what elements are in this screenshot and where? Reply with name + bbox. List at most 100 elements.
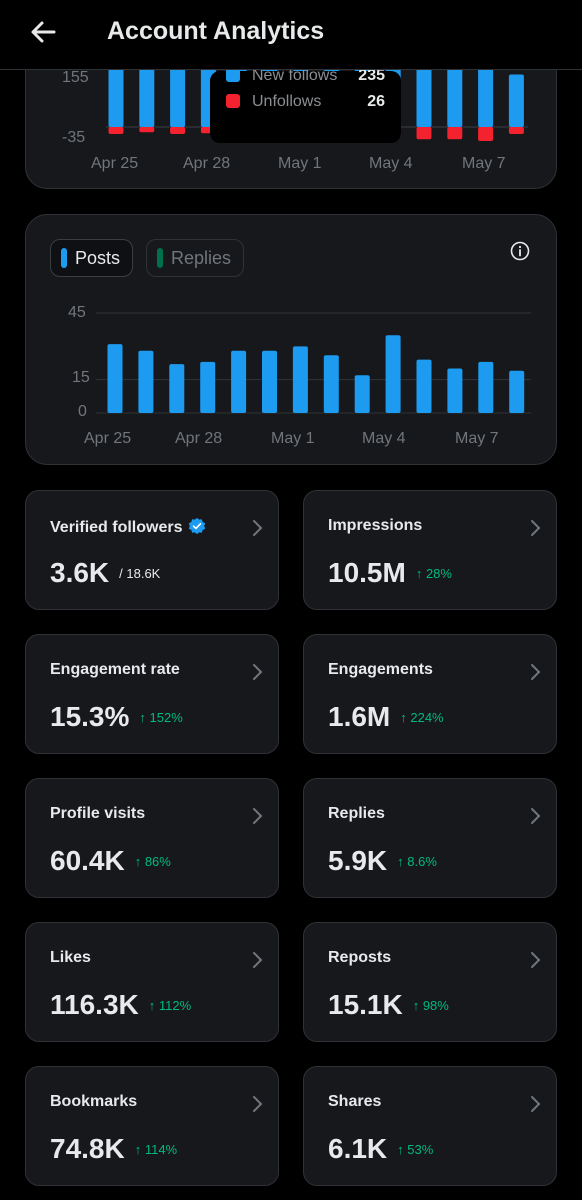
stat-change: ↑ 28%: [415, 566, 452, 581]
stat-value: 15.3% ↑ 152%: [50, 701, 183, 733]
posts-bar: [509, 370, 525, 413]
legend-swatch-unfollows: [226, 94, 240, 108]
stat-value-text: 1.6M: [328, 701, 391, 732]
stat-card-profile-visits[interactable]: Profile visits 60.4K ↑ 86%: [25, 778, 279, 898]
unfollows-bar: [108, 127, 124, 134]
stat-card-reposts[interactable]: Reposts 15.1K ↑ 98%: [303, 922, 557, 1042]
unfollows-bar: [447, 127, 463, 140]
chevron-right-icon: [253, 808, 263, 824]
stat-label: Shares: [328, 1093, 382, 1110]
stat-card-impressions[interactable]: Impressions 10.5M ↑ 28%: [303, 490, 557, 610]
stat-card-verified-followers[interactable]: Verified followers 3.6K / 18.6K: [25, 490, 279, 610]
page-title: Account Analytics: [107, 17, 325, 45]
stat-label: Likes: [50, 949, 91, 966]
x-tick-label: May 7: [455, 430, 499, 447]
stat-value: 1.6M ↑ 224%: [328, 701, 444, 733]
stat-value-text: 74.8K: [50, 1133, 125, 1164]
x-tick-label: Apr 28: [183, 155, 231, 172]
posts-bar: [200, 361, 216, 413]
chevron-right-icon: [253, 1096, 263, 1112]
stat-value: 3.6K / 18.6K: [50, 557, 160, 589]
x-tick-label: Apr 28: [175, 430, 223, 447]
stat-value-text: 10.5M: [328, 557, 406, 588]
unfollows-bar: [139, 127, 155, 133]
verified-badge-icon: [189, 517, 206, 535]
stat-value: 116.3K ↑ 112%: [50, 989, 191, 1021]
stat-value-text: 6.1K: [328, 1133, 388, 1164]
stat-change: ↑ 53%: [397, 1142, 434, 1157]
posts-bar: [231, 350, 247, 413]
stat-card-bookmarks[interactable]: Bookmarks 74.8K ↑ 114%: [25, 1066, 279, 1186]
stat-card-likes[interactable]: Likes 116.3K ↑ 112%: [25, 922, 279, 1042]
stat-value: 15.1K ↑ 98%: [328, 989, 449, 1021]
posts-bar: [385, 335, 401, 413]
x-tick-label: Apr 25: [91, 155, 139, 172]
stat-change: ↑ 114%: [134, 1142, 178, 1157]
stat-label: Replies: [328, 805, 385, 822]
stat-value: 60.4K ↑ 86%: [50, 845, 171, 877]
new-follows-bar: [170, 60, 186, 127]
stat-value-text: 60.4K: [50, 845, 125, 876]
stat-value: 6.1K ↑ 53%: [328, 1133, 433, 1165]
tooltip-value: 26: [367, 93, 385, 110]
stat-change: ↑ 152%: [139, 710, 183, 725]
posts-bar: [107, 344, 123, 413]
stat-value: 10.5M ↑ 28%: [328, 557, 452, 589]
stat-label: Impressions: [328, 517, 423, 534]
x-tick-label: Apr 25: [84, 430, 132, 447]
unfollows-bar: [170, 127, 186, 134]
posts-bar: [478, 361, 494, 413]
legend-swatch-new-follows: [226, 68, 240, 82]
stat-value-text: 15.3%: [50, 701, 130, 732]
stat-change: ↑ 112%: [148, 998, 192, 1013]
stat-label-text: Verified followers: [50, 519, 183, 536]
posts-bar: [323, 355, 339, 413]
x-tick-label: May 4: [369, 155, 413, 172]
stat-change: ↑ 86%: [134, 854, 171, 869]
chevron-right-icon: [531, 1096, 541, 1112]
posts-bar: [447, 368, 463, 413]
unfollows-bar: [508, 127, 524, 134]
stat-label: Bookmarks: [50, 1093, 138, 1110]
stat-value: 74.8K ↑ 114%: [50, 1133, 177, 1165]
chevron-right-icon: [531, 520, 541, 536]
x-tick-label: May 1: [278, 155, 322, 172]
stat-value-text: 15.1K: [328, 989, 403, 1020]
stat-card-engagements[interactable]: Engagements 1.6M ↑ 224%: [303, 634, 557, 754]
x-tick-label: May 4: [362, 430, 406, 447]
x-tick-label: May 1: [271, 430, 315, 447]
chevron-right-icon: [531, 664, 541, 680]
back-arrow-icon[interactable]: [26, 14, 62, 50]
stat-value-text: 116.3K: [50, 989, 139, 1020]
stat-value: 5.9K ↑ 8.6%: [328, 845, 437, 877]
chevron-right-icon: [531, 808, 541, 824]
stat-label: Verified followers: [50, 517, 206, 537]
stat-label: Profile visits: [50, 805, 146, 822]
tooltip-row: Unfollows: [226, 93, 321, 111]
unfollows-bar: [478, 127, 494, 141]
posts-chart-card: Posts Replies 45 15 0 Apr 25 Apr 28 May …: [25, 214, 557, 465]
posts-bar: [169, 364, 185, 413]
stat-label: Engagements: [328, 661, 433, 678]
stat-value-text: 5.9K: [328, 845, 388, 876]
posts-bar: [292, 346, 308, 413]
chevron-right-icon: [253, 520, 263, 536]
stat-card-shares[interactable]: Shares 6.1K ↑ 53%: [303, 1066, 557, 1186]
posts-chart[interactable]: [26, 215, 558, 466]
chevron-right-icon: [253, 952, 263, 968]
chart-tooltip: New follows 235 Unfollows 26: [210, 67, 401, 143]
posts-bar: [354, 375, 370, 413]
x-tick-label: May 7: [462, 155, 506, 172]
stat-value-text: 3.6K: [50, 557, 110, 588]
stat-card-engagement-rate[interactable]: Engagement rate 15.3% ↑ 152%: [25, 634, 279, 754]
chevron-right-icon: [531, 952, 541, 968]
stat-total: / 18.6K: [119, 566, 161, 581]
stat-change: ↑ 8.6%: [397, 854, 437, 869]
app-header: Account Analytics: [0, 0, 582, 70]
stat-change: ↑ 98%: [412, 998, 449, 1013]
stat-label: Reposts: [328, 949, 392, 966]
posts-bar: [262, 350, 277, 413]
stat-card-replies[interactable]: Replies 5.9K ↑ 8.6%: [303, 778, 557, 898]
stat-change: ↑ 224%: [400, 710, 444, 725]
chevron-right-icon: [253, 664, 263, 680]
